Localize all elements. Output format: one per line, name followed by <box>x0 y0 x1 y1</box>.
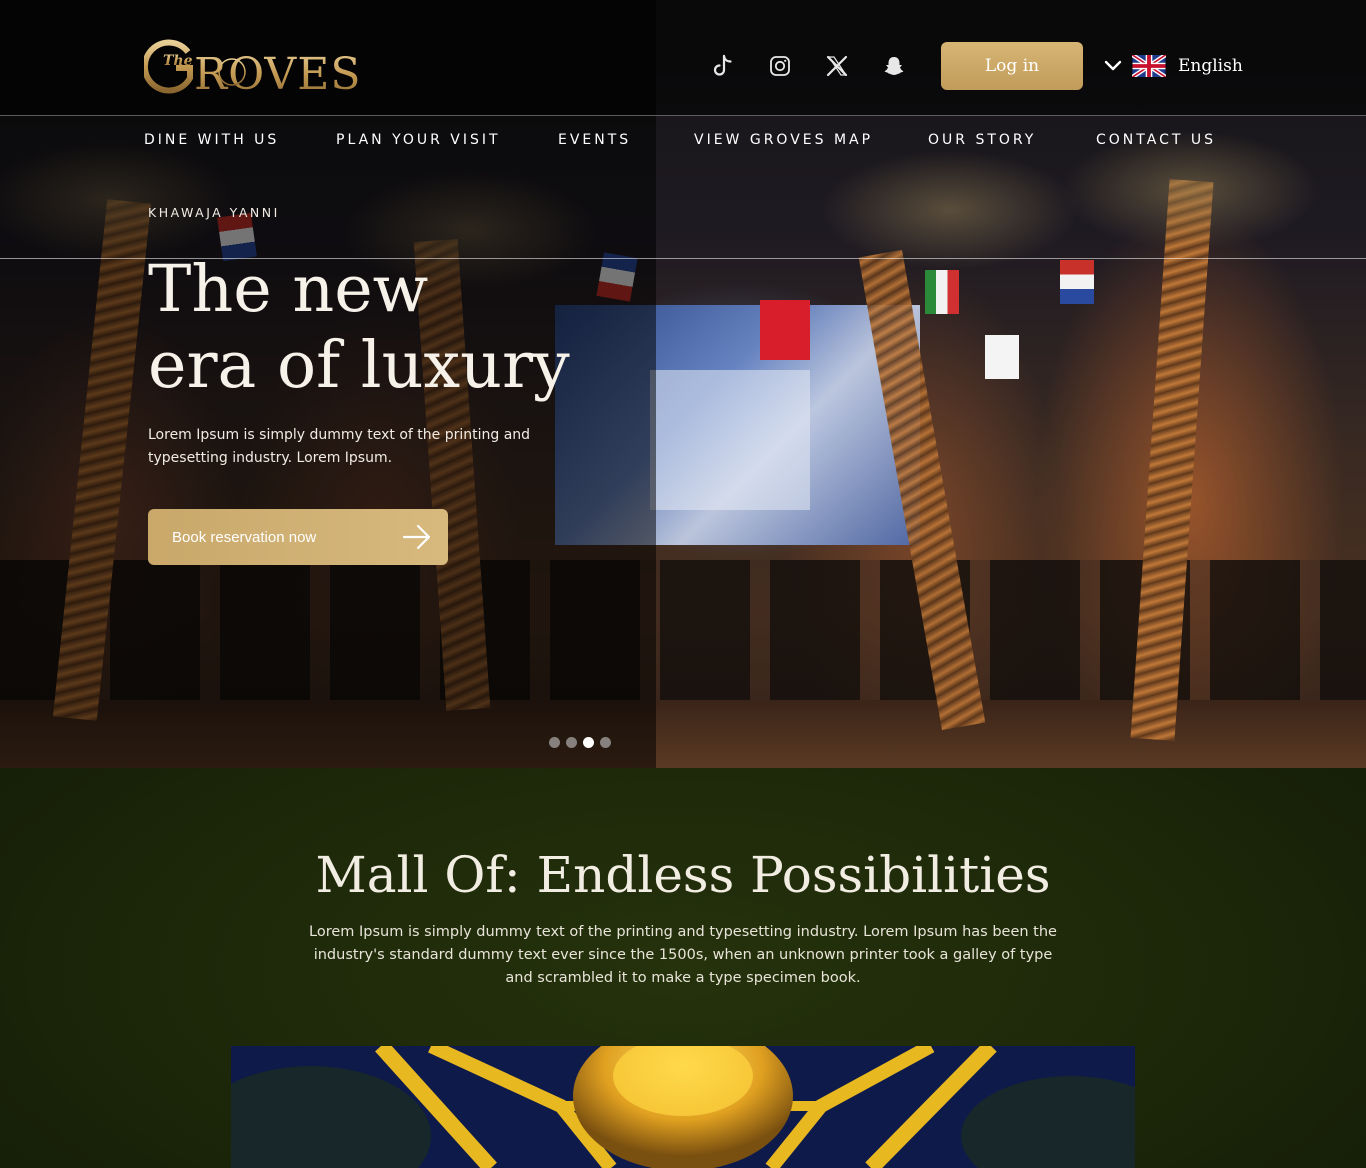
snapchat-icon[interactable] <box>880 52 908 80</box>
hero-eyebrow: KHAWAJA YANNI <box>148 205 280 220</box>
nav-item-dine-with-us[interactable]: DINE WITH US <box>144 132 279 148</box>
feature-image <box>231 1046 1135 1168</box>
language-selector[interactable]: English <box>1104 50 1243 82</box>
carousel-dot-2[interactable] <box>566 737 577 748</box>
logo-prefix: The <box>163 53 193 69</box>
hero-title-line-2: era of luxury <box>148 328 570 403</box>
nav-item-events[interactable]: EVENTS <box>558 132 631 148</box>
carousel-dot-4[interactable] <box>600 737 611 748</box>
main-nav: DINE WITH US PLAN YOUR VISIT EVENTS VIEW… <box>0 116 1366 164</box>
instagram-icon[interactable] <box>766 52 794 80</box>
x-icon[interactable] <box>823 52 851 80</box>
nav-item-contact-us[interactable]: CONTACT US <box>1096 132 1216 148</box>
site-header: The ROVES Log in English <box>0 0 1366 116</box>
chevron-down-icon <box>1104 60 1122 71</box>
section-description: Lorem Ipsum is simply dummy text of the … <box>309 924 1057 986</box>
carousel-dot-1[interactable] <box>549 737 560 748</box>
carousel-pagination <box>549 737 611 748</box>
arrow-right-icon <box>402 524 431 550</box>
hero-title-line-1: The new <box>148 252 429 327</box>
nav-item-plan-your-visit[interactable]: PLAN YOUR VISIT <box>336 132 501 148</box>
login-button[interactable]: Log in <box>941 42 1083 90</box>
language-label: English <box>1178 56 1243 76</box>
book-reservation-label: Book reservation now <box>172 528 317 546</box>
nav-item-view-groves-map[interactable]: VIEW GROVES MAP <box>694 132 873 148</box>
book-reservation-button[interactable]: Book reservation now <box>148 509 448 565</box>
uk-flag-icon <box>1132 55 1166 77</box>
nav-item-our-story[interactable]: OUR STORY <box>928 132 1036 148</box>
possibilities-section: Mall Of: Endless Possibilities Lorem Ips… <box>0 768 1366 1168</box>
hero-description: Lorem Ipsum is simply dummy text of the … <box>148 427 531 466</box>
groves-logo[interactable]: The ROVES <box>144 38 366 94</box>
tiktok-icon[interactable] <box>709 52 737 80</box>
hero-title: The new era of luxury <box>148 252 668 404</box>
section-title: Mall Of: Endless Possibilities <box>315 846 1051 904</box>
carousel-dot-3[interactable] <box>583 737 594 748</box>
